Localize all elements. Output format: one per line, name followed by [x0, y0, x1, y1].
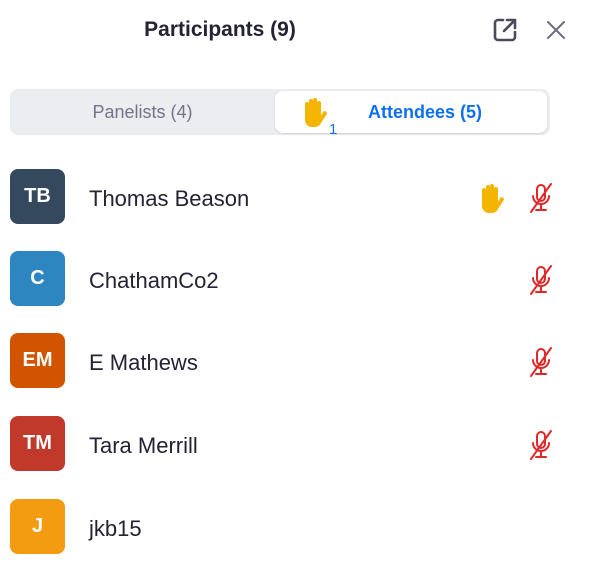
participant-name: jkb15 — [89, 516, 142, 541]
raised-hand-icon — [476, 183, 506, 220]
participant-name: ChathamCo2 — [89, 268, 219, 293]
panel-title: Participants (9) — [144, 18, 296, 41]
list-item[interactable]: EM E Mathews — [0, 324, 610, 408]
participant-name: Thomas Beason — [89, 186, 250, 211]
muted-mic-icon[interactable] — [526, 181, 556, 220]
avatar: TB — [10, 169, 65, 224]
avatar: J — [10, 499, 65, 554]
muted-mic-icon[interactable] — [526, 263, 556, 302]
list-item[interactable]: C ChathamCo2 — [0, 242, 610, 326]
participant-name: E Mathews — [89, 350, 198, 375]
close-icon[interactable] — [541, 15, 571, 45]
avatar: EM — [10, 333, 65, 388]
avatar: C — [10, 251, 65, 306]
raised-hands-counter: 1 — [299, 97, 337, 138]
participant-tabs: Panelists (4) 1 Attendees (5) — [10, 89, 550, 138]
popout-icon[interactable] — [490, 15, 520, 45]
list-item[interactable]: TB Thomas Beason — [0, 160, 610, 244]
panel-header: Participants (9) — [0, 0, 610, 66]
avatar: TM — [10, 416, 65, 471]
tab-panelists-label: Panelists (4) — [92, 101, 193, 122]
participant-name: Tara Merrill — [89, 433, 198, 458]
tab-panelists[interactable]: Panelists (4) — [10, 89, 275, 135]
tab-attendees-label: Attendees (5) — [368, 102, 483, 122]
muted-mic-icon[interactable] — [526, 428, 556, 467]
raised-hands-count: 1 — [329, 121, 338, 138]
raised-hand-icon — [299, 97, 329, 134]
tab-attendees[interactable]: 1 Attendees (5) — [275, 91, 547, 138]
list-item[interactable]: J jkb15 — [0, 490, 610, 574]
muted-mic-icon[interactable] — [526, 345, 556, 384]
list-item[interactable]: TM Tara Merrill — [0, 407, 610, 491]
